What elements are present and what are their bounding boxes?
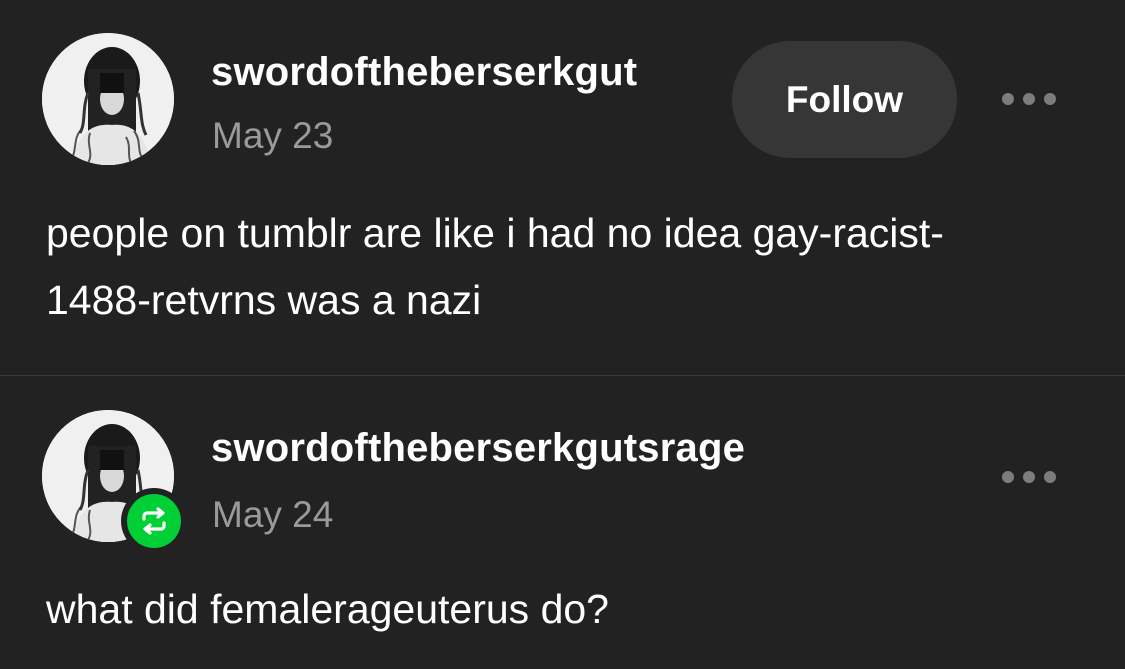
ellipsis-icon bbox=[1044, 471, 1056, 483]
post-date[interactable]: May 24 bbox=[212, 494, 333, 536]
avatar[interactable] bbox=[42, 33, 174, 165]
ellipsis-icon bbox=[1002, 471, 1014, 483]
post-date[interactable]: May 23 bbox=[212, 115, 333, 157]
reblog-icon bbox=[142, 507, 166, 535]
ellipsis-icon bbox=[1023, 471, 1035, 483]
post-body: what did femalerageuterus do? bbox=[46, 586, 609, 632]
ellipsis-icon bbox=[1002, 93, 1014, 105]
username[interactable]: swordoftheberserkgutsrage bbox=[211, 426, 745, 471]
follow-button[interactable]: Follow bbox=[732, 41, 957, 158]
ellipsis-icon bbox=[1044, 93, 1056, 105]
avatar-photo bbox=[42, 33, 174, 165]
post-2: swordoftheberserkgutsrage May 24 what di… bbox=[0, 376, 1125, 669]
username[interactable]: swordoftheberserkgut bbox=[211, 50, 637, 95]
post-1: swordoftheberserkgut May 23 Follow peopl… bbox=[0, 0, 1125, 375]
more-options-button[interactable] bbox=[996, 465, 1062, 489]
reblog-badge bbox=[121, 488, 187, 554]
more-options-button[interactable] bbox=[996, 87, 1062, 111]
ellipsis-icon bbox=[1023, 93, 1035, 105]
post-body: people on tumblr are like i had no idea … bbox=[46, 210, 944, 323]
